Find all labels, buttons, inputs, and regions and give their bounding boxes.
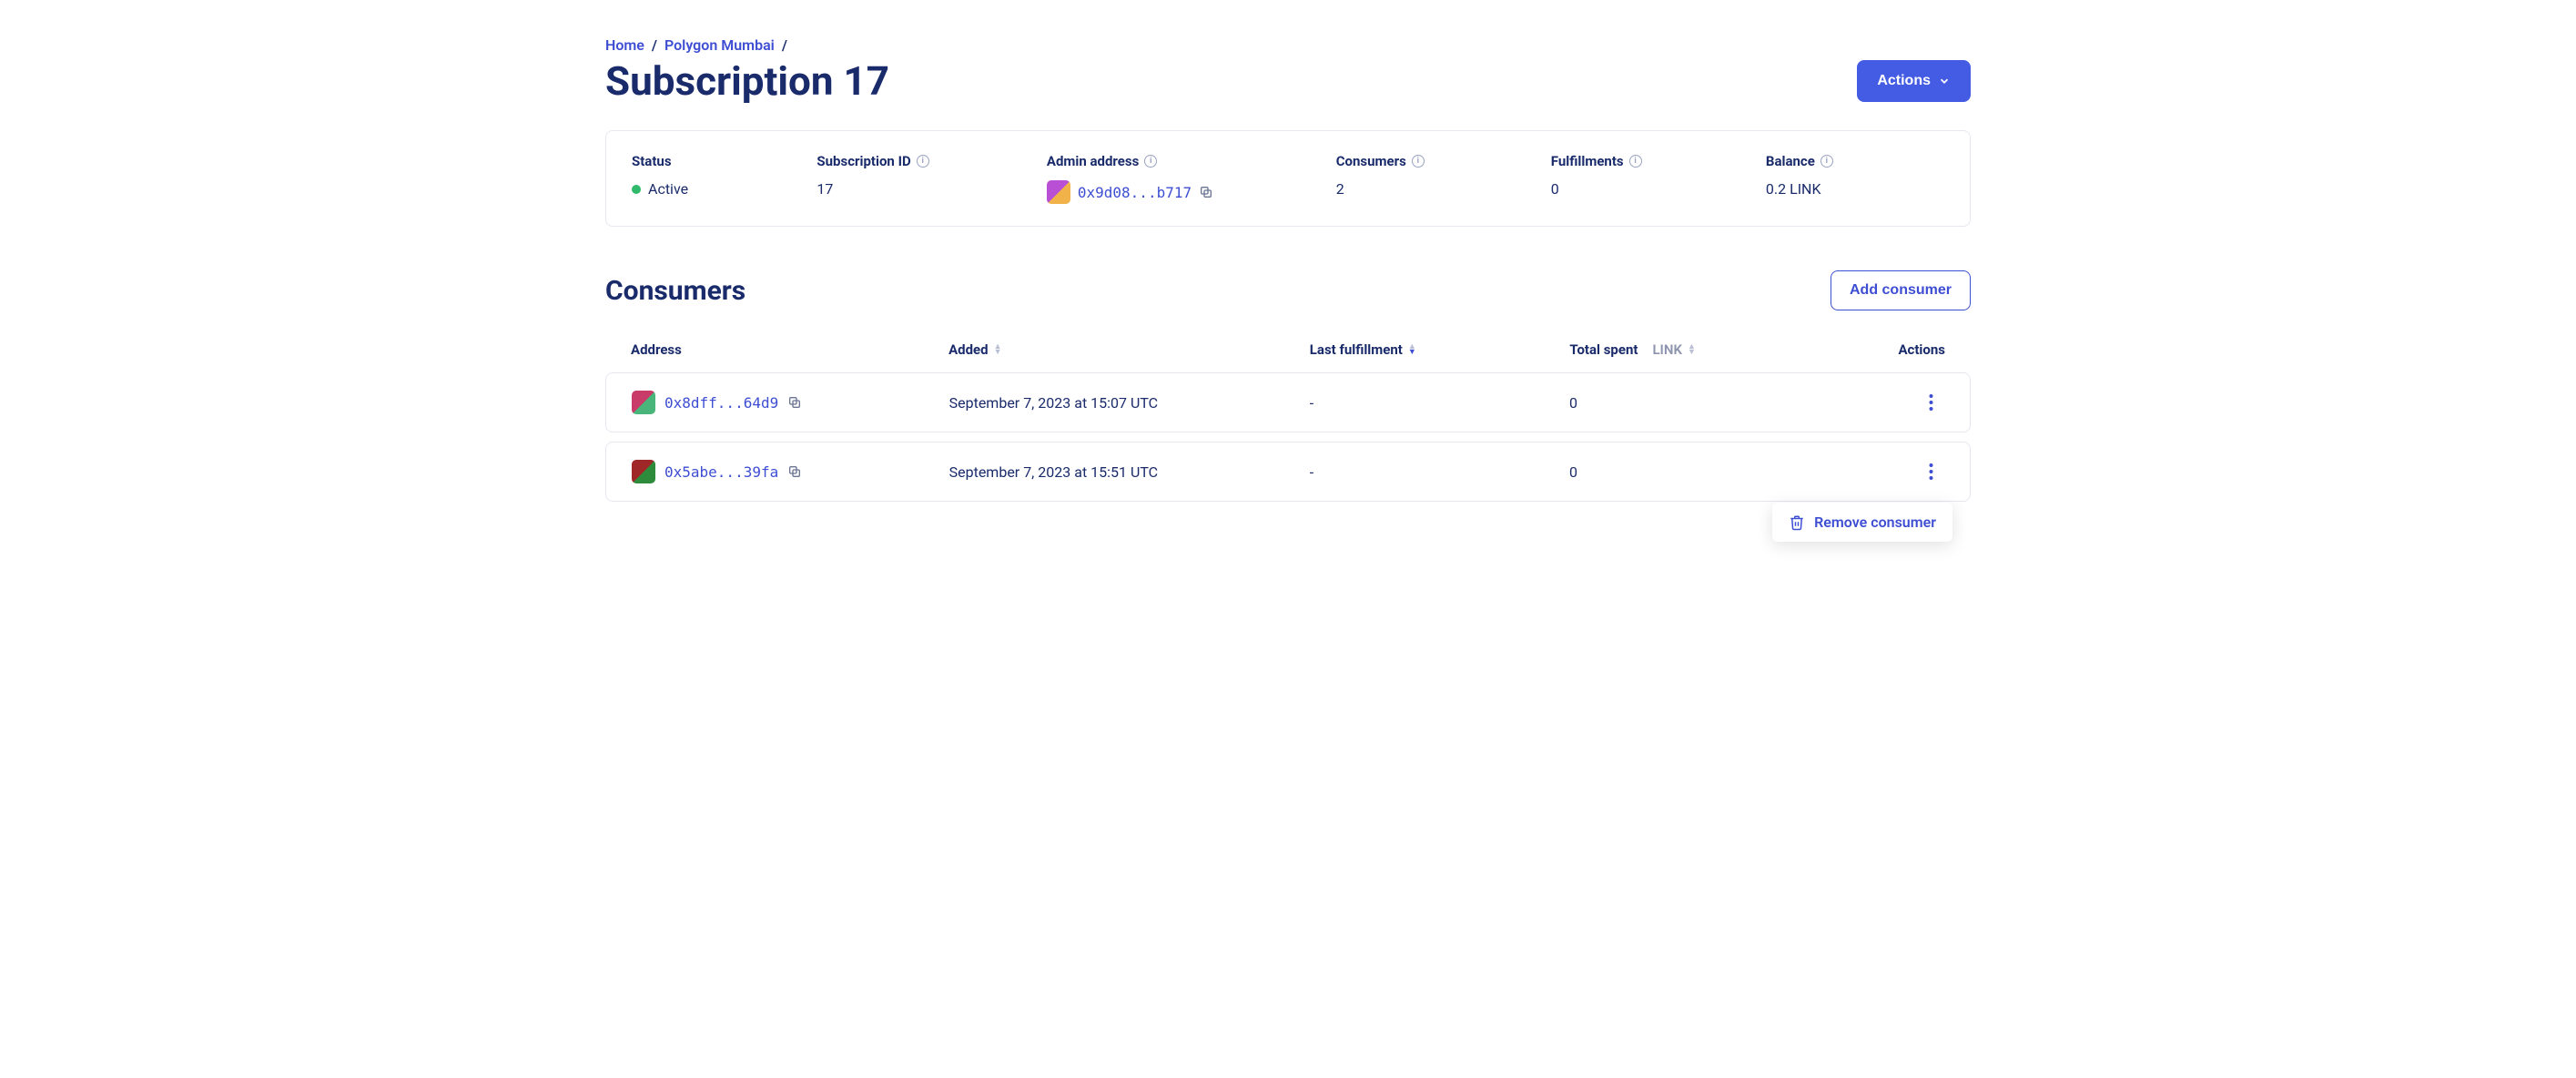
remove-consumer-label: Remove consumer: [1814, 514, 1936, 531]
avatar: [632, 460, 655, 483]
balance-value: 0.2 LINK: [1766, 180, 1944, 198]
info-icon[interactable]: i: [1820, 155, 1833, 168]
cell-last-fulfillment: -: [1310, 463, 1569, 481]
chevron-down-icon: [1938, 75, 1951, 87]
consumers-section-title: Consumers: [605, 275, 745, 307]
kebab-icon: [1929, 394, 1933, 411]
breadcrumb-network[interactable]: Polygon Mumbai: [664, 36, 775, 54]
row-actions-menu[interactable]: [1919, 390, 1944, 415]
subscription-id-value: 17: [816, 180, 1009, 198]
table-row: 0x5abe...39fa September 7, 2023 at 15:51…: [605, 442, 1971, 502]
consumer-address-link[interactable]: 0x8dff...64d9: [664, 394, 778, 412]
actions-button-label: Actions: [1877, 73, 1931, 89]
consumers-count-label: Consumers: [1336, 153, 1406, 169]
sort-icon: ▲▼: [1688, 344, 1696, 355]
admin-address-link[interactable]: 0x9d08...b717: [1078, 184, 1192, 201]
cell-added: September 7, 2023 at 15:51 UTC: [949, 463, 1310, 481]
row-actions-menu[interactable]: [1919, 459, 1944, 484]
status-value: Active: [648, 180, 688, 198]
status-label: Status: [632, 153, 780, 169]
stats-card: Status Active Subscription ID i 17 Admin…: [605, 130, 1971, 227]
info-icon[interactable]: i: [917, 155, 929, 168]
breadcrumb: Home / Polygon Mumbai /: [605, 36, 1971, 54]
consumer-address-link[interactable]: 0x5abe...39fa: [664, 463, 778, 481]
cell-added: September 7, 2023 at 15:07 UTC: [949, 394, 1310, 412]
column-address: Address: [631, 341, 948, 358]
actions-button[interactable]: Actions: [1857, 60, 1971, 102]
avatar: [1047, 180, 1070, 204]
copy-icon[interactable]: [787, 464, 802, 479]
copy-icon[interactable]: [1199, 185, 1213, 199]
add-consumer-button[interactable]: Add consumer: [1831, 270, 1971, 310]
copy-icon[interactable]: [787, 395, 802, 410]
fulfillments-label: Fulfillments: [1551, 153, 1624, 169]
sort-icon: ▲▼: [1408, 344, 1416, 355]
sort-icon: ▲▼: [994, 344, 1002, 355]
breadcrumb-separator: /: [652, 36, 657, 54]
avatar: [632, 391, 655, 414]
info-icon[interactable]: i: [1629, 155, 1642, 168]
cell-last-fulfillment: -: [1310, 394, 1569, 412]
cell-total-spent: 0: [1569, 394, 1800, 412]
breadcrumb-home[interactable]: Home: [605, 36, 644, 54]
kebab-icon: [1929, 463, 1933, 480]
info-icon[interactable]: i: [1144, 155, 1157, 168]
remove-consumer-menu-item[interactable]: Remove consumer: [1772, 503, 1952, 542]
admin-address-label: Admin address: [1047, 153, 1139, 169]
cell-total-spent: 0: [1569, 463, 1800, 481]
subscription-id-label: Subscription ID: [816, 153, 910, 169]
status-dot-icon: [632, 185, 641, 194]
consumers-count-value: 2: [1336, 180, 1515, 198]
info-icon[interactable]: i: [1412, 155, 1425, 168]
column-actions: Actions: [1800, 341, 1945, 358]
breadcrumb-separator: /: [782, 36, 787, 54]
column-added[interactable]: Added ▲▼: [948, 341, 1310, 358]
fulfillments-value: 0: [1551, 180, 1729, 198]
balance-label: Balance: [1766, 153, 1815, 169]
page-title: Subscription 17: [605, 57, 889, 105]
column-total-spent[interactable]: Total spent LINK ▲▼: [1569, 341, 1800, 358]
table-header: Address Added ▲▼ Last fulfillment ▲▼ Tot…: [605, 327, 1971, 372]
trash-icon: [1789, 514, 1805, 531]
column-last-fulfillment[interactable]: Last fulfillment ▲▼: [1310, 341, 1570, 358]
table-row: 0x8dff...64d9 September 7, 2023 at 15:07…: [605, 372, 1971, 432]
